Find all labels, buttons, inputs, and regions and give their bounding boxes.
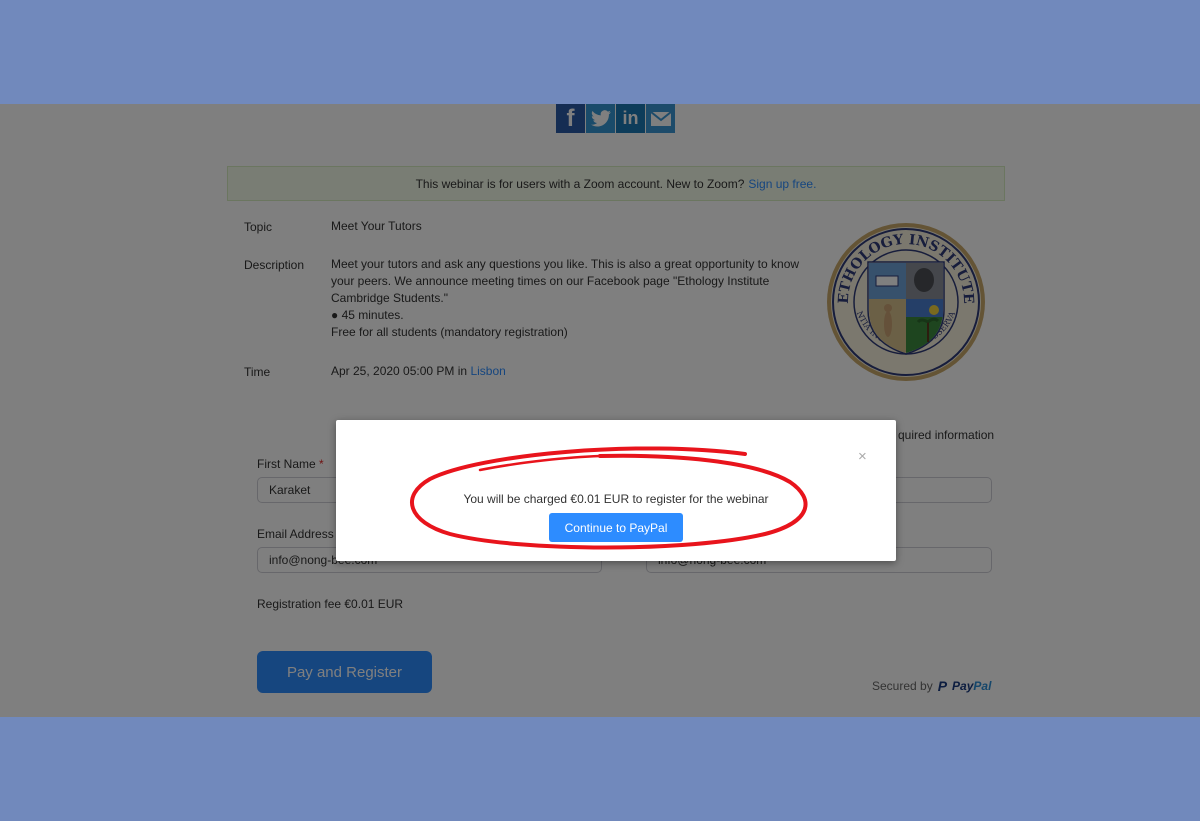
- payment-dialog: × You will be charged €0.01 EUR to regis…: [336, 420, 896, 561]
- charge-message: You will be charged €0.01 EUR to registe…: [463, 492, 769, 506]
- continue-to-paypal-button[interactable]: Continue to PayPal: [549, 513, 683, 542]
- close-icon[interactable]: ×: [858, 448, 867, 465]
- modal-backdrop[interactable]: [0, 104, 1200, 717]
- registration-page: f in This webinar is for users with a Zo…: [0, 104, 1200, 717]
- bottom-band: [0, 717, 1200, 821]
- top-band: [0, 0, 1200, 104]
